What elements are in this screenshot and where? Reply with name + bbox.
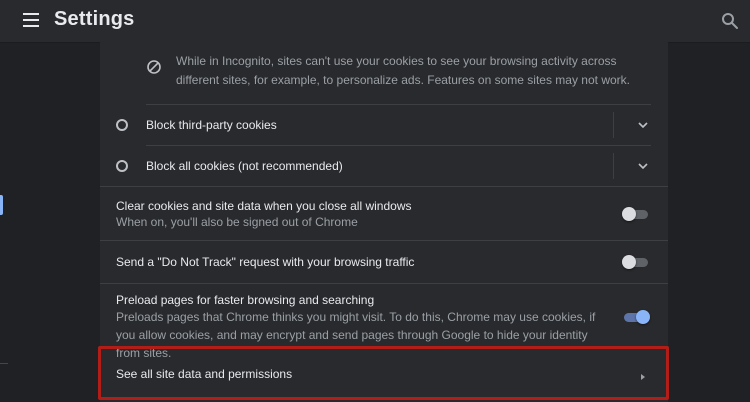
block-icon bbox=[146, 59, 162, 75]
page-title: Settings bbox=[54, 8, 135, 30]
vertical-separator bbox=[613, 153, 614, 179]
settings-header: Settings bbox=[0, 0, 750, 43]
left-nav-indicator bbox=[0, 195, 3, 215]
incognito-notice-text: While in Incognito, sites can't use your… bbox=[176, 54, 630, 87]
setting-clear-cookies-on-close[interactable]: Clear cookies and site data when you clo… bbox=[100, 187, 668, 240]
preload-pages-toggle[interactable] bbox=[622, 310, 650, 324]
left-edge-line bbox=[0, 363, 8, 364]
setting-preload-pages[interactable]: Preload pages for faster browsing and se… bbox=[100, 284, 668, 360]
radio-label: Block all cookies (not recommended) bbox=[146, 159, 343, 173]
setting-title: Preload pages for faster browsing and se… bbox=[116, 293, 375, 307]
vertical-separator bbox=[613, 112, 614, 138]
incognito-notice: While in Incognito, sites can't use your… bbox=[100, 42, 668, 104]
do-not-track-toggle[interactable] bbox=[622, 255, 650, 269]
radio-button[interactable] bbox=[116, 160, 128, 172]
search-icon[interactable] bbox=[720, 11, 740, 31]
left-nav-strip bbox=[0, 42, 8, 402]
hamburger-menu-icon[interactable] bbox=[22, 13, 42, 29]
chevron-right-icon bbox=[638, 369, 648, 380]
site-data-link-label: See all site data and permissions bbox=[116, 367, 293, 381]
clear-cookies-toggle[interactable] bbox=[622, 207, 650, 221]
radio-label: Block third-party cookies bbox=[146, 118, 277, 132]
radio-option-block-third-party[interactable]: Block third-party cookies bbox=[100, 105, 668, 145]
cookies-settings-card: While in Incognito, sites can't use your… bbox=[100, 42, 668, 402]
setting-subtitle: When on, you'll also be signed out of Ch… bbox=[116, 215, 358, 229]
setting-title: Clear cookies and site data when you clo… bbox=[116, 199, 412, 213]
chevron-down-icon[interactable] bbox=[636, 118, 650, 132]
setting-title: Send a "Do Not Track" request with your … bbox=[116, 255, 415, 269]
chevron-down-icon[interactable] bbox=[636, 159, 650, 173]
settings-app: Settings While in Incognito, sites can't… bbox=[0, 0, 750, 402]
setting-do-not-track[interactable]: Send a "Do Not Track" request with your … bbox=[100, 241, 668, 283]
radio-button[interactable] bbox=[116, 119, 128, 131]
radio-option-block-all[interactable]: Block all cookies (not recommended) bbox=[100, 146, 668, 186]
